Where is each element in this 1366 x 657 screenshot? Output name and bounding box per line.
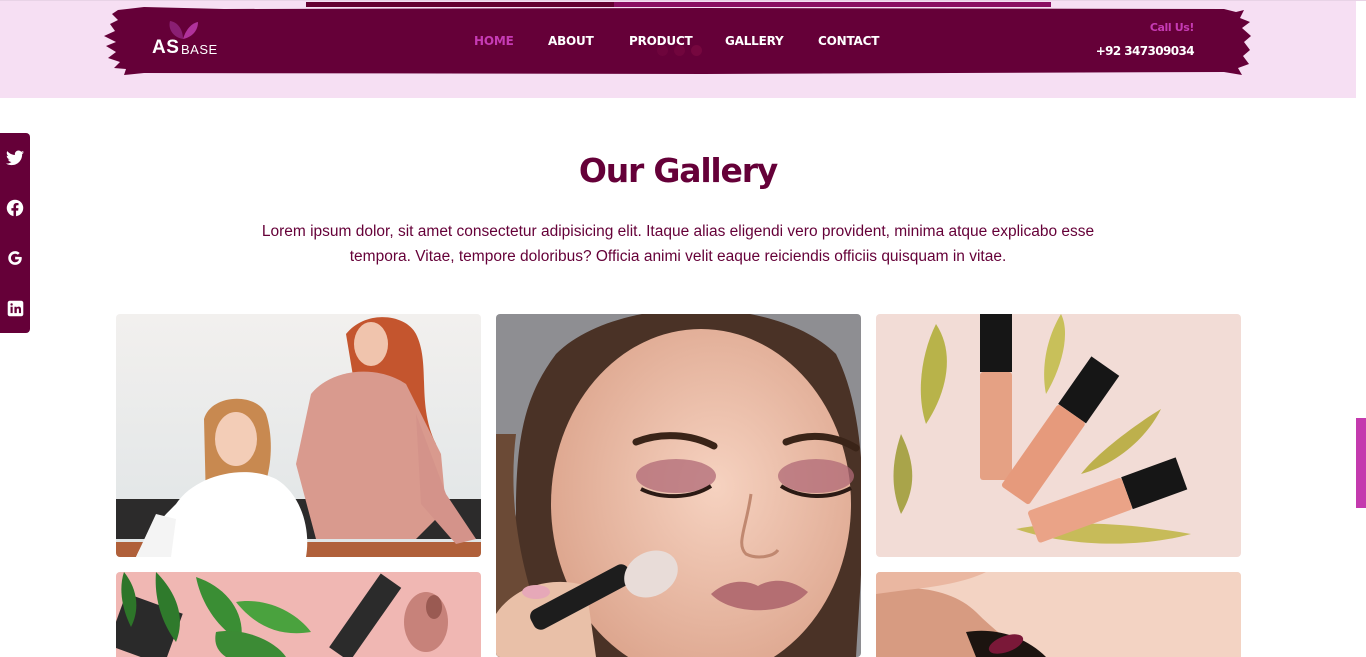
- gallery-image-makeup-portrait[interactable]: [496, 314, 861, 657]
- facebook-icon[interactable]: [5, 198, 25, 218]
- nav-about[interactable]: ABOUT: [548, 34, 594, 48]
- linkedin-icon[interactable]: [5, 298, 25, 318]
- section-description: Lorem ipsum dolor, sit amet consectetur …: [261, 223, 1095, 265]
- nav-dot: [691, 45, 702, 56]
- nav-dot: [657, 45, 668, 56]
- gallery-image-two-women[interactable]: [116, 314, 481, 557]
- gallery-image-hand-nails[interactable]: [876, 572, 1241, 657]
- hand-with-nail-polish-photo: [876, 572, 1241, 657]
- nav-contact[interactable]: CONTACT: [818, 34, 879, 48]
- two-women-photo: [116, 314, 481, 557]
- section-title: Our Gallery: [578, 151, 778, 190]
- google-icon[interactable]: [5, 248, 25, 268]
- gallery-image-cosmetics-leaves[interactable]: [116, 572, 481, 657]
- phone-number[interactable]: +92 347309034: [1096, 44, 1195, 58]
- call-us-label: Call Us!: [1149, 21, 1195, 34]
- nav-dot: [674, 45, 685, 56]
- cosmetics-with-leaves-photo: [116, 572, 481, 657]
- side-scroll-tab[interactable]: [1356, 418, 1366, 508]
- nav-gallery[interactable]: GALLERY: [725, 34, 784, 48]
- makeup-brush-portrait-photo: [496, 314, 861, 657]
- top-divider: [0, 0, 1366, 1]
- lip-gloss-tubes-photo: [876, 314, 1241, 557]
- page: AS BASE HOME ABOUT PRODUCT GALLERY CONTA…: [0, 0, 1366, 657]
- gallery-image-lip-gloss[interactable]: [876, 314, 1241, 557]
- nav-decorative-dots: [657, 45, 703, 57]
- nav-home[interactable]: HOME: [474, 34, 514, 48]
